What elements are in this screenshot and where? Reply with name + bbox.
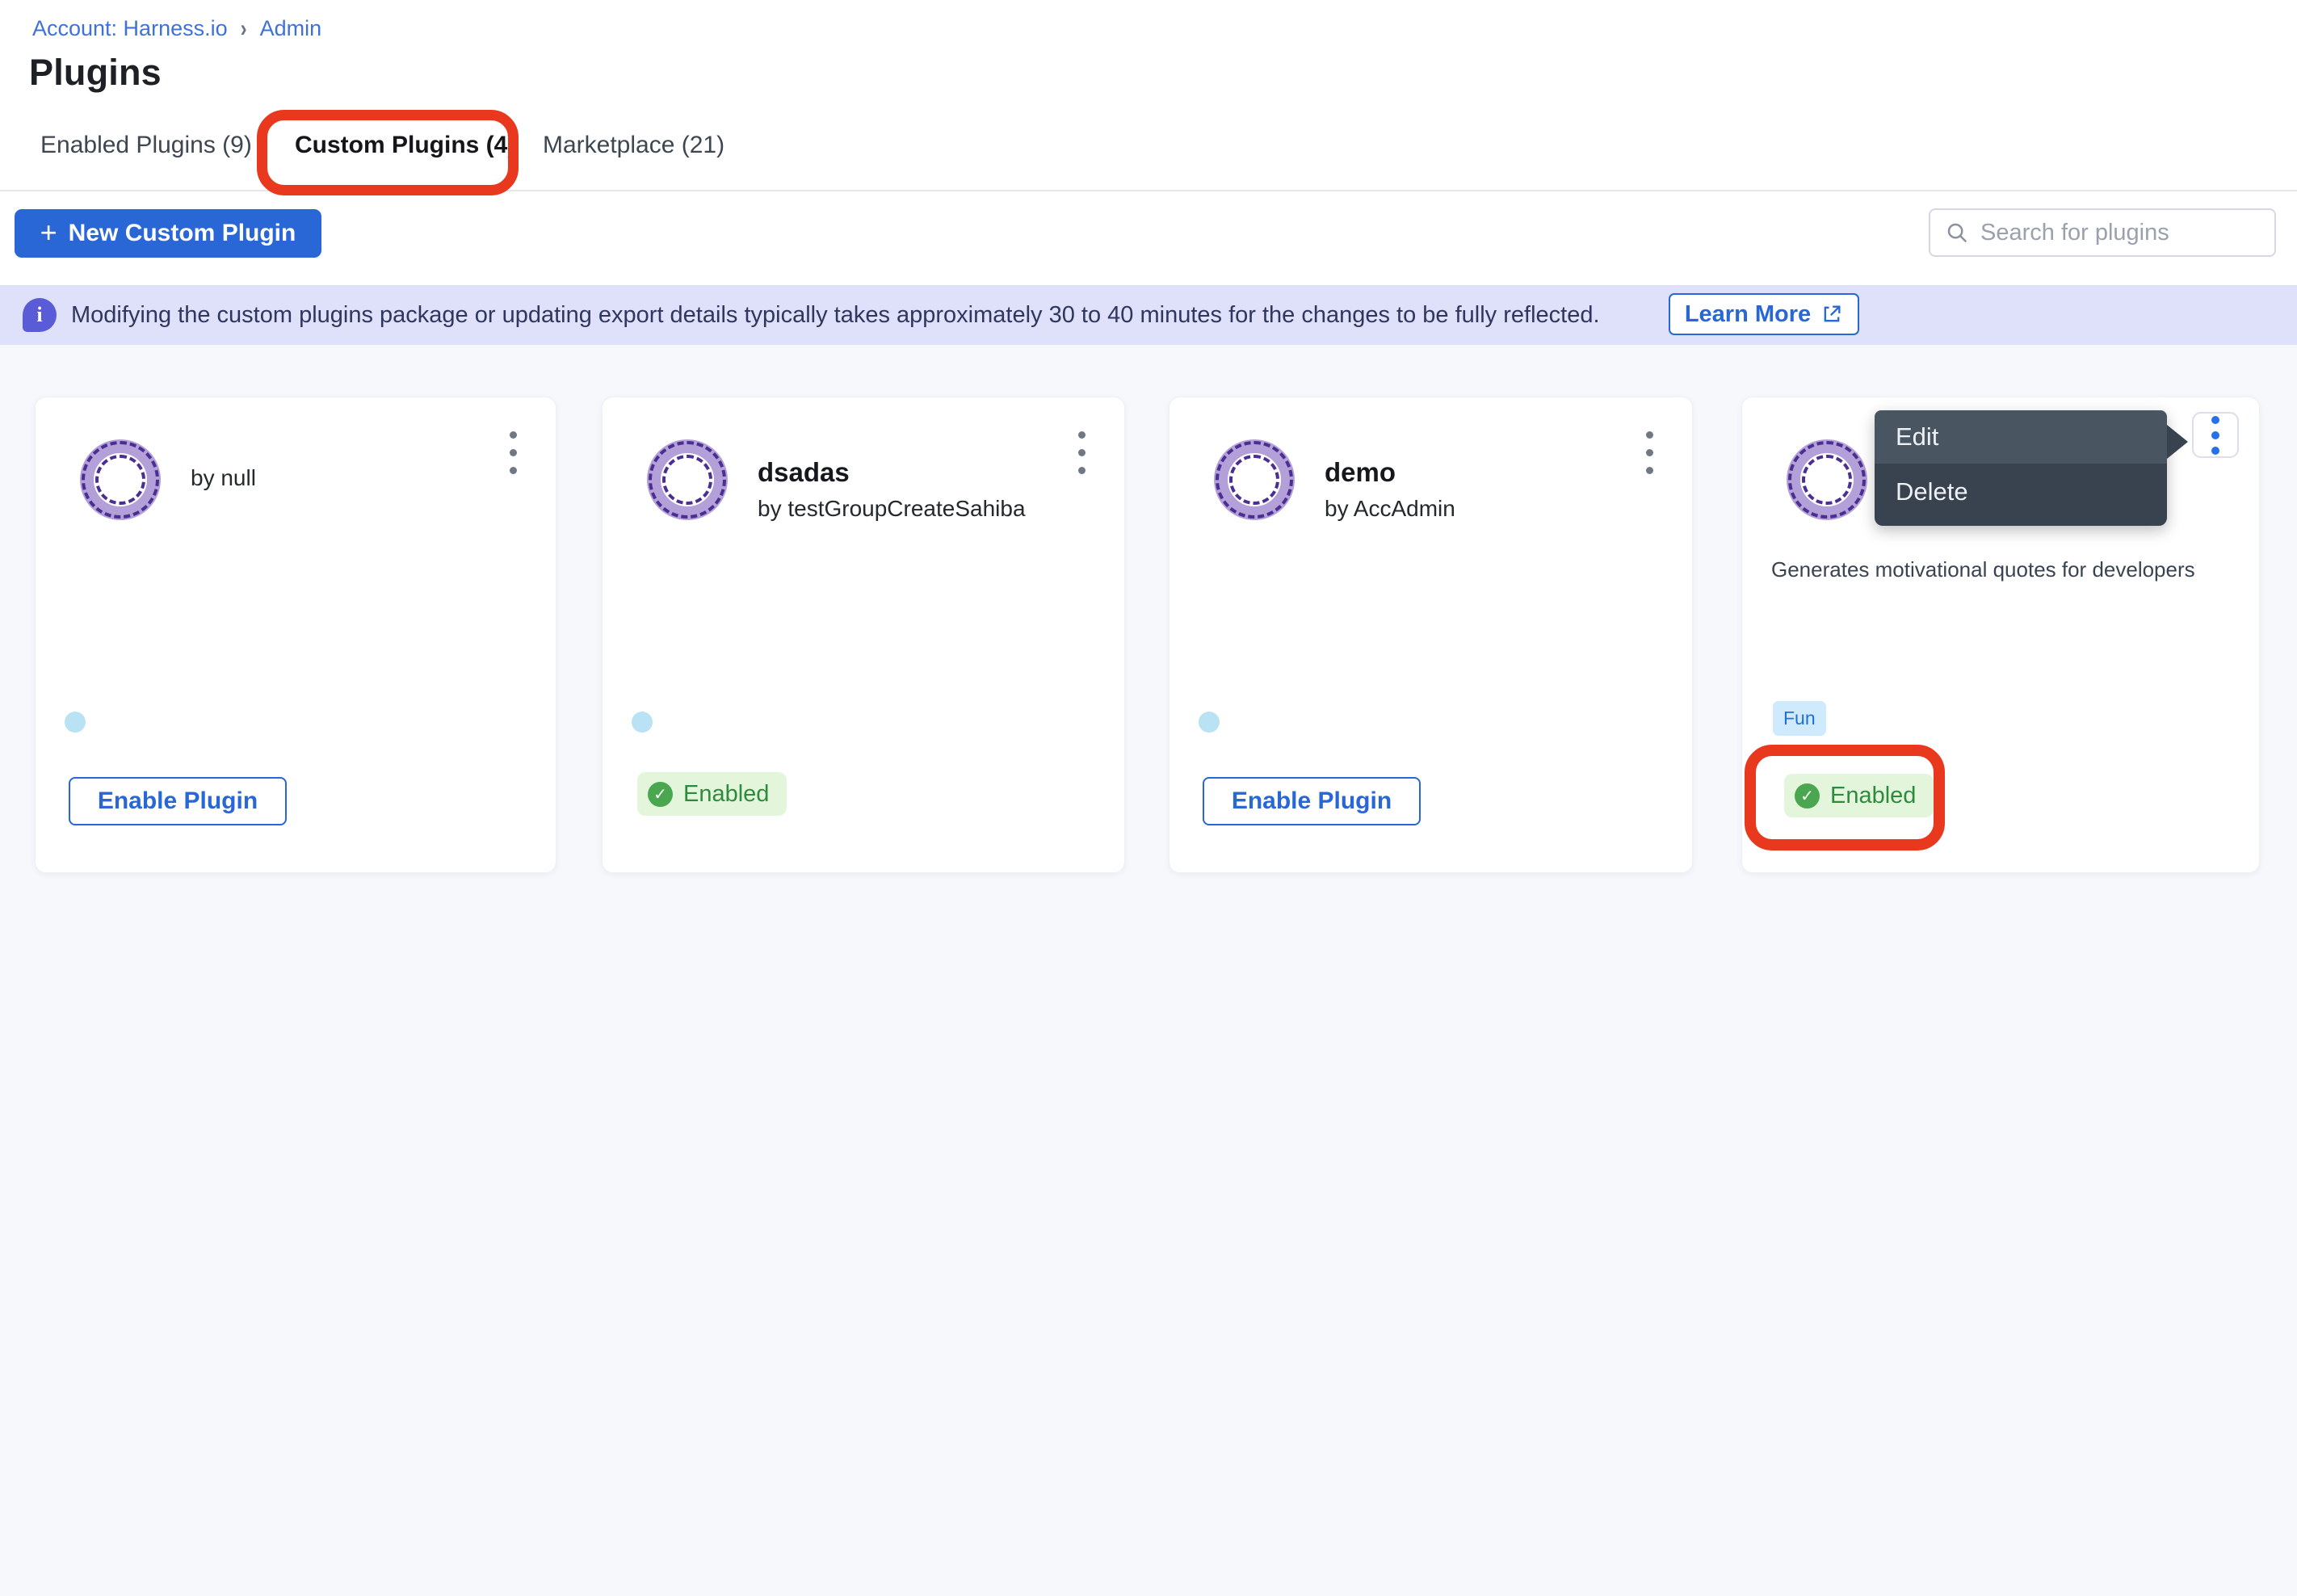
plugin-logo-icon [647, 439, 728, 520]
enable-plugin-button[interactable]: Enable Plugin [1203, 777, 1421, 825]
card-menu-kebab-icon[interactable] [506, 428, 520, 477]
plugin-byline: by testGroupCreateSahiba [758, 496, 1026, 522]
card-menu-kebab-icon[interactable] [1075, 428, 1089, 477]
learn-more-button[interactable]: Learn More [1669, 293, 1859, 335]
search-icon [1945, 220, 1969, 245]
check-icon: ✓ [648, 782, 673, 807]
plugin-description: Generates motivational quotes for develo… [1771, 557, 2240, 582]
plugin-logo-icon [1787, 439, 1867, 520]
enable-plugin-button[interactable]: Enable Plugin [69, 777, 287, 825]
menu-item-edit[interactable]: Edit [1875, 410, 2167, 464]
status-dot [632, 712, 653, 733]
new-custom-plugin-label: New Custom Plugin [69, 220, 296, 247]
learn-more-label: Learn More [1685, 301, 1811, 328]
enabled-badge: ✓ Enabled [1784, 774, 1934, 817]
card-menu-kebab-icon[interactable] [1643, 428, 1657, 477]
enabled-badge: ✓ Enabled [637, 772, 787, 816]
tab-marketplace[interactable]: Marketplace (21) [543, 132, 724, 159]
new-custom-plugin-button[interactable]: + New Custom Plugin [15, 209, 321, 258]
card-context-menu: Edit Delete [1875, 410, 2167, 526]
plugin-logo-icon [1214, 439, 1295, 520]
info-banner: i Modifying the custom plugins package o… [0, 285, 2297, 345]
plugin-title: demo [1325, 457, 1396, 488]
check-icon: ✓ [1795, 783, 1820, 808]
plugin-title: dsadas [758, 457, 850, 488]
banner-message: Modifying the custom plugins package or … [71, 302, 1600, 329]
plugin-card-demo: demo by AccAdmin Enable Plugin [1169, 397, 1693, 873]
info-icon: i [23, 298, 57, 332]
plugin-card-dsadas: dsadas by testGroupCreateSahiba ✓ Enable… [602, 397, 1125, 873]
breadcrumb-account-link[interactable]: Account: Harness.io [32, 16, 228, 41]
external-link-icon [1820, 303, 1843, 326]
category-tag: Fun [1773, 701, 1826, 736]
status-dot [65, 712, 86, 733]
status-dot [1199, 712, 1220, 733]
breadcrumb: Account: Harness.io › Admin [32, 16, 321, 41]
menu-pointer-arrow [2167, 425, 2188, 459]
plugin-card-null: by null Enable Plugin [35, 397, 556, 873]
card-menu-kebab-button-active[interactable] [2192, 412, 2239, 458]
enabled-label: Enabled [1830, 783, 1916, 809]
plugin-logo-icon [80, 439, 161, 520]
plugin-search-box[interactable] [1929, 208, 2276, 257]
enabled-label: Enabled [683, 781, 769, 808]
tab-enabled-plugins[interactable]: Enabled Plugins (9) [40, 132, 252, 159]
breadcrumb-chevron-icon: › [241, 15, 247, 43]
search-input[interactable] [1980, 220, 2285, 246]
plugin-byline: by null [191, 465, 256, 491]
menu-item-delete[interactable]: Delete [1875, 464, 2167, 520]
plugin-byline: by AccAdmin [1325, 496, 1455, 522]
breadcrumb-admin-link[interactable]: Admin [260, 16, 322, 41]
plus-icon: + [40, 218, 57, 247]
tabs-divider [0, 190, 2297, 191]
tab-custom-plugins[interactable]: Custom Plugins (4) [295, 132, 515, 159]
page-title: Plugins [29, 52, 162, 94]
